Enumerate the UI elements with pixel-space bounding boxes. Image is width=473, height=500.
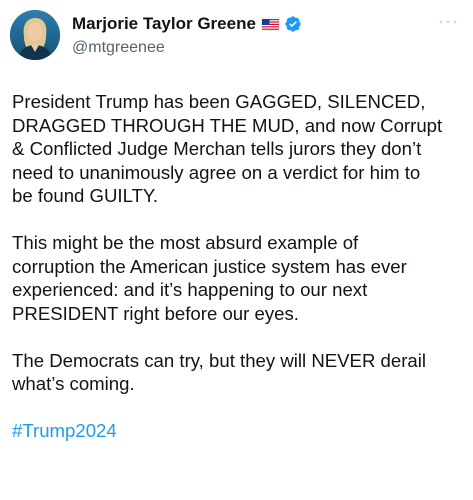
tweet-card: Marjorie Taylor Greene @mtgreenee Presid… [0, 0, 473, 500]
tweet-paragraph-1: President Trump has been GAGGED, SILENCE… [12, 91, 443, 206]
tweet-paragraph-2: This might be the most absurd example of… [12, 232, 407, 324]
tweet-header: Marjorie Taylor Greene @mtgreenee [10, 10, 463, 62]
author-block: Marjorie Taylor Greene @mtgreenee [72, 12, 412, 59]
more-options-icon[interactable] [437, 14, 459, 24]
tweet-paragraph-3: The Democrats can try, but they will NEV… [12, 349, 427, 395]
avatar-image [10, 10, 60, 60]
hashtag-link[interactable]: #Trump2024 [12, 419, 462, 443]
author-name-row: Marjorie Taylor Greene [72, 12, 412, 36]
avatar[interactable] [10, 10, 60, 60]
author-handle[interactable]: @mtgreenee [72, 37, 412, 59]
verified-badge-icon [284, 15, 302, 33]
tweet-text: President Trump has been GAGGED, SILENCE… [12, 90, 462, 443]
us-flag-icon [261, 18, 279, 30]
author-display-name[interactable]: Marjorie Taylor Greene [72, 14, 256, 34]
